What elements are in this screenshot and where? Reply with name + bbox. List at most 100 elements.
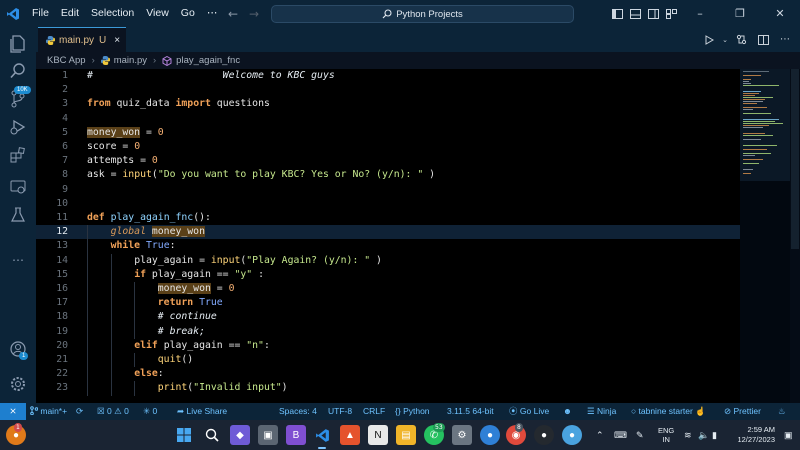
pen-icon[interactable]: ✎ [636, 420, 644, 450]
breadcrumb-symbol[interactable]: play_again_fnc [176, 55, 240, 66]
ninja-status[interactable]: ☰ Ninja [587, 403, 616, 420]
language-mode-status[interactable]: {} Python [395, 403, 430, 420]
code-line[interactable]: 5 money_won = 0 [36, 126, 740, 140]
explorer-icon[interactable] [0, 29, 36, 59]
brave-browser-icon[interactable]: ▲ [340, 425, 360, 445]
copilot-app-icon[interactable]: ◆ [230, 425, 250, 445]
toggle-primary-sidebar-icon[interactable] [608, 0, 626, 27]
language-indicator[interactable]: ENG IN [658, 426, 674, 444]
problems-status[interactable]: ☒ 0 ⚠ 0 [97, 403, 129, 420]
code-line[interactable]: 4 [36, 112, 740, 126]
indentation-status[interactable]: Spaces: 4 [279, 403, 317, 420]
go-live-button[interactable]: ⦿ Go Live [509, 403, 549, 420]
vertical-scrollbar[interactable] [790, 69, 800, 403]
code-line[interactable]: 23 print("Invalid input") [36, 381, 740, 396]
code-line[interactable]: 15 if play_again == "y" : [36, 267, 740, 282]
code-line[interactable]: 19 # break; [36, 324, 740, 339]
code-editor[interactable]: 1 # Welcome to KBC guys 2 3 from quiz_data… [36, 69, 740, 403]
clock[interactable]: 2:59 AM 12/27/2023 [733, 425, 775, 445]
task-view-icon[interactable]: ▣ [258, 425, 278, 445]
notification-center-icon[interactable]: ▣ [784, 420, 793, 450]
notifications-bell-icon[interactable]: ♨ [778, 403, 786, 420]
run-file-icon[interactable] [698, 27, 720, 52]
menu-more[interactable]: ⋯ [201, 0, 224, 27]
menu-view[interactable]: View [140, 0, 175, 27]
source-control-icon[interactable]: 10K [0, 84, 36, 114]
sync-icon[interactable]: ⟳ [76, 403, 83, 420]
more-icon[interactable]: ⋯ [0, 245, 36, 275]
eol-status[interactable]: CRLF [363, 403, 385, 420]
search-icon[interactable] [0, 56, 36, 86]
menu-go[interactable]: Go [175, 0, 201, 27]
code-line[interactable]: 21 quit() [36, 353, 740, 368]
code-line[interactable]: 3 from quiz_data import questions [36, 97, 740, 111]
app-cyan-icon[interactable]: ● [562, 425, 582, 445]
toggle-panel-icon[interactable] [626, 0, 644, 27]
breadcrumb-folder[interactable]: KBC App [47, 55, 86, 66]
encoding-status[interactable]: UTF-8 [328, 403, 352, 420]
live-share-button[interactable]: ➦ Live Share [177, 403, 227, 420]
remote-explorer-icon[interactable] [0, 172, 36, 202]
code-line[interactable]: 22 else: [36, 367, 740, 382]
copilot-icon[interactable]: ☻ [563, 403, 572, 420]
code-line[interactable]: 16 money_won = 0 [36, 282, 740, 297]
settings-icon[interactable] [0, 369, 36, 399]
app-blue-icon[interactable]: ● [480, 425, 500, 445]
code-line[interactable]: 18 # continue [36, 310, 740, 325]
interpreter-status[interactable]: 3.11.5 64-bit [447, 403, 494, 420]
more-actions-icon[interactable]: ⋯ [774, 27, 796, 52]
code-line[interactable]: 17 return True [36, 296, 740, 311]
branch-status[interactable]: main*+ [30, 403, 67, 420]
code-line[interactable]: 2 [36, 83, 740, 97]
breadcrumb-file[interactable]: main.py [114, 55, 147, 66]
tray-overflow-chevron-icon[interactable]: ⌃ [596, 420, 604, 450]
run-dropdown-chevron-icon[interactable]: ⌄ [720, 27, 730, 52]
battery-icon[interactable]: ▮ [712, 420, 717, 450]
tab-close-icon[interactable]: × [114, 35, 120, 46]
forward-arrow-icon[interactable]: → [243, 7, 265, 21]
code-line-active[interactable]: 12 global money_won [36, 225, 740, 240]
menu-selection[interactable]: Selection [85, 0, 140, 27]
customize-layout-icon[interactable] [662, 0, 680, 27]
code-line[interactable]: 8 ask = input("Do you want to play KBC? Y… [36, 168, 740, 182]
vscode-taskbar-icon[interactable] [312, 425, 332, 445]
notion-app-icon[interactable]: N [368, 425, 388, 445]
keyboard-icon[interactable]: ⌨ [614, 420, 627, 450]
scrollbar-thumb[interactable] [791, 69, 799, 249]
close-window-button[interactable]: ✕ [760, 0, 800, 27]
remote-indicator-button[interactable]: ⨯ [0, 403, 26, 420]
command-center-search[interactable]: Python Projects [271, 5, 574, 23]
windows-start-icon[interactable] [174, 425, 194, 445]
run-debug-icon[interactable] [0, 112, 36, 142]
prettier-status[interactable]: ⊘ Prettier [724, 403, 761, 420]
menu-edit[interactable]: Edit [55, 0, 85, 27]
testing-icon[interactable] [0, 200, 36, 230]
code-line[interactable]: 7 attempts = 0 [36, 154, 740, 168]
back-arrow-icon[interactable]: ← [222, 7, 244, 21]
ports-status[interactable]: ✳ 0 [143, 403, 157, 420]
tab-main-py[interactable]: main.py U × [38, 27, 126, 52]
code-line[interactable]: 10 [36, 197, 740, 211]
code-line[interactable]: 9 [36, 183, 740, 197]
volume-icon[interactable]: 🔈 [698, 420, 709, 450]
settings-gear-icon[interactable]: ⚙ [452, 425, 472, 445]
minimap[interactable] [740, 69, 790, 403]
file-explorer-icon[interactable]: ▤ [396, 425, 416, 445]
search-icon[interactable] [202, 425, 222, 445]
restore-button[interactable]: ❐ [720, 0, 760, 27]
tabnine-status[interactable]: ○ tabnine starter ☝ [631, 403, 706, 420]
account-icon[interactable]: 1 [0, 334, 36, 364]
extensions-icon[interactable] [0, 140, 36, 170]
code-line[interactable]: 14 play_again = input("Play Again? (y/n)… [36, 253, 740, 268]
code-line[interactable]: 13 while True: [36, 239, 740, 254]
code-line[interactable]: 6 score = 0 [36, 140, 740, 154]
minimize-button[interactable]: – [680, 0, 720, 27]
code-line[interactable]: 1 # Welcome to KBC guys [36, 69, 740, 83]
open-changes-icon[interactable] [730, 27, 752, 52]
code-line[interactable]: 20 elif play_again == "n": [36, 338, 740, 353]
toggle-secondary-sidebar-icon[interactable] [644, 0, 662, 27]
github-desktop-icon[interactable]: ● [534, 425, 554, 445]
bootstrap-app-icon[interactable]: B [286, 425, 306, 445]
wifi-icon[interactable]: ≋ [684, 420, 692, 450]
menu-file[interactable]: File [26, 0, 55, 27]
